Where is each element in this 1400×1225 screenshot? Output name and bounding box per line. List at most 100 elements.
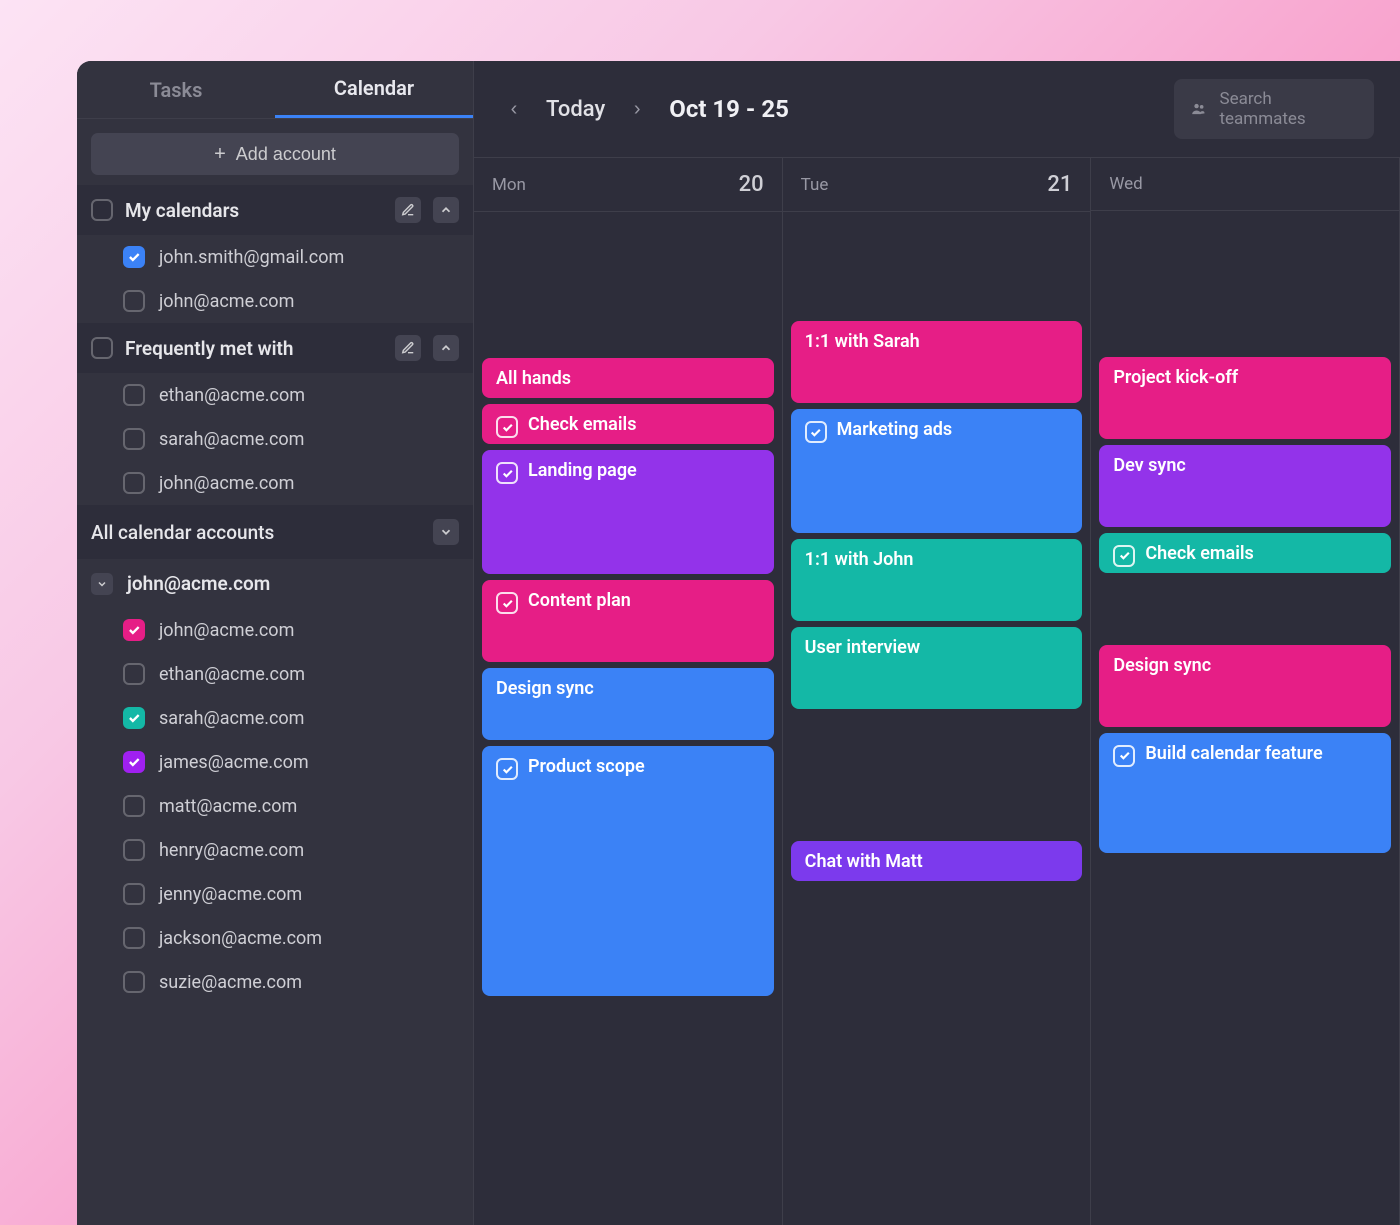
- calendar-checkbox[interactable]: [123, 751, 145, 773]
- day-column-mon: Mon 20 All handsCheck emailsLanding page…: [474, 158, 783, 1225]
- calendar-item[interactable]: ethan@acme.com: [77, 373, 473, 417]
- event-checkbox[interactable]: [805, 421, 827, 443]
- my-calendars-checkbox[interactable]: [91, 199, 113, 221]
- add-account-button[interactable]: + Add account: [91, 133, 459, 175]
- account-title: john@acme.com: [127, 572, 270, 595]
- event[interactable]: User interview: [791, 627, 1083, 709]
- event[interactable]: Marketing ads: [791, 409, 1083, 533]
- event-checkbox[interactable]: [496, 416, 518, 438]
- people-icon: [1190, 100, 1207, 118]
- calendar-checkbox[interactable]: [123, 428, 145, 450]
- search-input[interactable]: Search teammates: [1174, 79, 1374, 139]
- event[interactable]: 1:1 with John: [791, 539, 1083, 621]
- event[interactable]: Dev sync: [1099, 445, 1391, 527]
- event[interactable]: 1:1 with Sarah: [791, 321, 1083, 403]
- event[interactable]: Chat with Matt: [791, 841, 1083, 881]
- sidebar: Tasks Calendar + Add account My calendar…: [77, 61, 474, 1225]
- event-checkbox[interactable]: [496, 462, 518, 484]
- calendar-label: ethan@acme.com: [159, 385, 305, 406]
- event-title: Check emails: [1145, 543, 1253, 564]
- calendar-item[interactable]: james@acme.com: [77, 740, 473, 784]
- app-window: Tasks Calendar + Add account My calendar…: [77, 61, 1400, 1225]
- calendar-item[interactable]: john.smith@gmail.com: [77, 235, 473, 279]
- toolbar: ‹ Today › Oct 19 - 25 Search teammates: [474, 61, 1400, 157]
- prev-button[interactable]: ‹: [500, 95, 528, 123]
- collapse-icon[interactable]: [433, 519, 459, 545]
- events-wed: Project kick-off Dev sync Check emails Desi…: [1091, 211, 1399, 1225]
- calendar-checkbox[interactable]: [123, 472, 145, 494]
- my-calendars-header: My calendars: [77, 185, 473, 235]
- calendar-item[interactable]: henry@acme.com: [77, 828, 473, 872]
- event-title: Product scope: [528, 756, 645, 777]
- calendar-item[interactable]: ethan@acme.com: [77, 652, 473, 696]
- account-row[interactable]: john@acme.com: [77, 559, 473, 608]
- calendar-checkbox[interactable]: [123, 707, 145, 729]
- calendar-item[interactable]: jackson@acme.com: [77, 916, 473, 960]
- day-column-wed: Wed Project kick-off Dev sync Check emails…: [1091, 158, 1400, 1225]
- calendar-label: sarah@acme.com: [159, 429, 304, 450]
- event[interactable]: Landing page: [482, 450, 774, 574]
- event[interactable]: Product scope: [482, 746, 774, 996]
- calendar-checkbox[interactable]: [123, 663, 145, 685]
- day-name: Wed: [1109, 174, 1142, 194]
- day-column-tue: Tue 21 1:1 with SarahMarketing ads1:1 wi…: [783, 158, 1092, 1225]
- event[interactable]: Build calendar feature: [1099, 733, 1391, 853]
- calendar-item[interactable]: john@acme.com: [77, 279, 473, 323]
- day-number: 20: [739, 172, 764, 197]
- calendar-checkbox[interactable]: [123, 971, 145, 993]
- calendar-label: ethan@acme.com: [159, 664, 305, 685]
- calendar-item[interactable]: sarah@acme.com: [77, 696, 473, 740]
- event-checkbox[interactable]: [496, 758, 518, 780]
- calendar-label: james@acme.com: [159, 752, 309, 773]
- calendar-checkbox[interactable]: [123, 246, 145, 268]
- freq-checkbox[interactable]: [91, 337, 113, 359]
- event[interactable]: Design sync: [482, 668, 774, 740]
- event-checkbox[interactable]: [1113, 545, 1135, 567]
- calendar-item[interactable]: sarah@acme.com: [77, 417, 473, 461]
- collapse-icon[interactable]: [433, 197, 459, 223]
- calendar-label: john@acme.com: [159, 620, 294, 641]
- calendar-item[interactable]: matt@acme.com: [77, 784, 473, 828]
- event-checkbox[interactable]: [1113, 745, 1135, 767]
- event[interactable]: Design sync: [1099, 645, 1391, 727]
- all-accounts-title: All calendar accounts: [91, 521, 433, 544]
- calendar-item[interactable]: jenny@acme.com: [77, 872, 473, 916]
- event-title: Project kick-off: [1113, 367, 1238, 388]
- calendar-label: matt@acme.com: [159, 796, 297, 817]
- day-number: 21: [1047, 172, 1072, 197]
- calendar-checkbox[interactable]: [123, 883, 145, 905]
- calendar-checkbox[interactable]: [123, 839, 145, 861]
- event[interactable]: Check emails: [1099, 533, 1391, 573]
- my-calendars-title: My calendars: [125, 199, 383, 222]
- calendar-item[interactable]: suzie@acme.com: [77, 960, 473, 1004]
- calendar-checkbox[interactable]: [123, 795, 145, 817]
- calendar-checkbox[interactable]: [123, 290, 145, 312]
- event[interactable]: Project kick-off: [1099, 357, 1391, 439]
- tab-tasks[interactable]: Tasks: [77, 61, 275, 118]
- event[interactable]: Check emails: [482, 404, 774, 444]
- calendar-label: john@acme.com: [159, 291, 294, 312]
- event-title: User interview: [805, 637, 920, 658]
- event[interactable]: All hands: [482, 358, 774, 398]
- event-checkbox[interactable]: [496, 592, 518, 614]
- today-button[interactable]: Today: [546, 97, 605, 122]
- next-button[interactable]: ›: [623, 95, 651, 123]
- calendar-checkbox[interactable]: [123, 619, 145, 641]
- edit-icon[interactable]: [395, 197, 421, 223]
- edit-icon[interactable]: [395, 335, 421, 361]
- event-title: Dev sync: [1113, 455, 1185, 476]
- collapse-icon[interactable]: [433, 335, 459, 361]
- calendar-checkbox[interactable]: [123, 384, 145, 406]
- tab-calendar[interactable]: Calendar: [275, 61, 473, 118]
- my-calendars-list: john.smith@gmail.com john@acme.com: [77, 235, 473, 323]
- calendar-item[interactable]: john@acme.com: [77, 461, 473, 505]
- calendar-label: jenny@acme.com: [159, 884, 302, 905]
- calendar-label: jackson@acme.com: [159, 928, 322, 949]
- calendar-label: henry@acme.com: [159, 840, 304, 861]
- day-header: Wed: [1091, 158, 1399, 211]
- calendar-checkbox[interactable]: [123, 927, 145, 949]
- chevron-down-icon: [91, 573, 113, 595]
- event[interactable]: Content plan: [482, 580, 774, 662]
- calendar-item[interactable]: john@acme.com: [77, 608, 473, 652]
- day-name: Tue: [801, 175, 829, 195]
